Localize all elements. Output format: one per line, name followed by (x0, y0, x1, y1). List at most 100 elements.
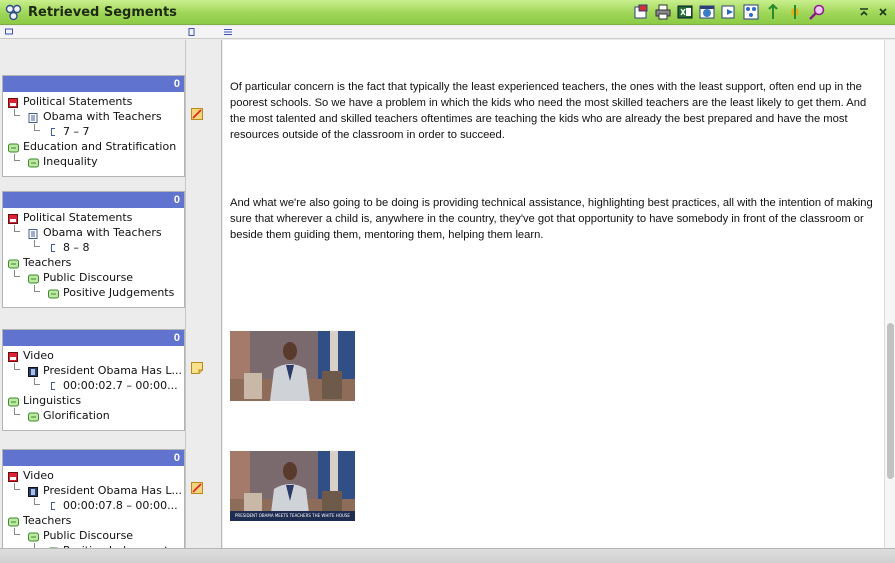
title-bar: Retrieved Segments (0, 0, 895, 25)
segment-card[interactable]: 0 Video President Obama Has L... 00:00:07.8… (2, 449, 185, 548)
code-icon (28, 411, 39, 422)
tree-connector (14, 483, 20, 490)
memo-column (187, 40, 222, 548)
tree-connector (34, 378, 40, 385)
tree-connector (34, 124, 40, 131)
print-icon[interactable] (654, 3, 672, 21)
segment-source-tree: Political Statements Obama with Teachers 8… (3, 208, 184, 300)
tree-node-label: Political Statements (23, 211, 133, 224)
code-icon (48, 288, 59, 299)
tree-node-label: 8 – 8 (63, 241, 90, 254)
tree-node[interactable]: Glorification (3, 408, 184, 423)
vertical-scrollbar[interactable] (884, 40, 895, 548)
segment-weight: 0 (3, 330, 184, 346)
tree-connector (14, 270, 20, 277)
code-icon[interactable] (786, 3, 804, 21)
segment-card[interactable]: 0 Political Statements Obama with Teachers… (2, 75, 185, 177)
tree-node[interactable]: Video (3, 468, 184, 483)
document-group-icon (8, 351, 18, 362)
tree-node[interactable]: 00:00:02.7 – 00:00... (3, 378, 184, 393)
tree-node[interactable]: Positive Judgements (3, 285, 184, 300)
tree-node-label: President Obama Has L... (43, 484, 182, 497)
source-column-icon[interactable] (5, 28, 13, 36)
network-icon[interactable] (742, 3, 760, 21)
window-title: Retrieved Segments (28, 5, 177, 20)
tree-connector (14, 363, 20, 370)
status-bar (0, 548, 895, 563)
filter-icon[interactable] (764, 3, 782, 21)
tree-node-label: 00:00:02.7 – 00:00... (63, 379, 178, 392)
note-yellow-icon[interactable] (191, 361, 203, 374)
segment-card[interactable]: 0 Political Statements Obama with Teachers… (2, 191, 185, 308)
memo-column-icon[interactable] (188, 28, 196, 36)
tree-node-label: 7 – 7 (63, 125, 90, 138)
tree-node[interactable]: Video (3, 348, 184, 363)
tree-node[interactable]: President Obama Has L... (3, 483, 184, 498)
segment-text: Of particular concern is the fact that t… (230, 81, 867, 141)
tree-node[interactable]: 7 – 7 (3, 124, 184, 139)
retrieved-segments-window: Retrieved Segments 0 Political Statements… (0, 0, 895, 563)
video-thumbnail[interactable] (230, 331, 355, 401)
tree-node-label: Obama with Teachers (43, 110, 162, 123)
text-document-icon (28, 112, 38, 123)
close-icon[interactable] (876, 5, 890, 19)
tree-connector (34, 498, 40, 505)
tree-node[interactable]: Education and Stratification (3, 139, 184, 154)
tree-node-label: Public Discourse (43, 271, 134, 284)
tree-node-label: Teachers (23, 256, 72, 269)
zoom-icon[interactable] (808, 3, 826, 21)
tree-connector (14, 225, 20, 232)
web-export-icon[interactable] (698, 3, 716, 21)
range-icon (51, 502, 55, 510)
tree-node[interactable]: Public Discourse (3, 528, 184, 543)
video-thumbnail[interactable]: PRESIDENT OBAMA MEETS TEACHERS THE WHITE… (230, 451, 355, 521)
segment-source-column: 0 Political Statements Obama with Teachers… (0, 40, 186, 548)
tree-node[interactable]: Teachers (3, 255, 184, 270)
text-column-icon[interactable] (224, 28, 232, 36)
tree-node[interactable]: Political Statements (3, 94, 184, 109)
tree-node[interactable]: Linguistics (3, 393, 184, 408)
tree-node[interactable]: President Obama Has L... (3, 363, 184, 378)
note-red-icon[interactable] (191, 107, 203, 120)
tree-node-label: Linguistics (23, 394, 82, 407)
tree-node-label: Video (23, 469, 54, 482)
retrieved-segments-icon (5, 4, 22, 21)
tree-node-label: 00:00:07.8 – 00:00... (63, 499, 178, 512)
segment-weight: 0 (3, 76, 184, 92)
minimize-icon[interactable] (857, 5, 871, 19)
document-group-icon (8, 471, 18, 482)
code-icon (8, 142, 19, 153)
tree-node-label: Teachers (23, 514, 72, 527)
range-icon (51, 382, 55, 390)
toolbar (632, 3, 826, 22)
video-caption: PRESIDENT OBAMA MEETS TEACHERS THE WHITE… (235, 513, 350, 518)
tree-node[interactable]: Obama with Teachers (3, 109, 184, 124)
code-icon (8, 396, 19, 407)
next-icon[interactable] (720, 3, 738, 21)
export-icon[interactable] (632, 3, 650, 21)
segment-card[interactable]: 0 Video President Obama Has L... 00:00:02.7… (2, 329, 185, 431)
text-document-icon (28, 228, 38, 239)
tree-node-label: President Obama Has L... (43, 364, 182, 377)
film-icon (28, 486, 38, 497)
tree-node[interactable]: Public Discourse (3, 270, 184, 285)
tree-node-label: Public Discourse (43, 529, 134, 542)
tree-node-label: Obama with Teachers (43, 226, 162, 239)
tree-node[interactable]: Inequality (3, 154, 184, 169)
scrollbar-thumb[interactable] (887, 323, 894, 479)
code-icon (8, 258, 19, 269)
tree-node[interactable]: 8 – 8 (3, 240, 184, 255)
tree-node[interactable]: 00:00:07.8 – 00:00... (3, 498, 184, 513)
film-icon (28, 366, 38, 377)
document-group-icon (8, 97, 18, 108)
segment-source-tree: Video President Obama Has L... 00:00:02.7 … (3, 346, 184, 423)
tree-node[interactable]: Teachers (3, 513, 184, 528)
tree-node[interactable]: Obama with Teachers (3, 225, 184, 240)
segment-weight: 0 (3, 192, 184, 208)
note-red-icon[interactable] (191, 481, 203, 494)
code-icon (28, 157, 39, 168)
tree-node-label: Inequality (43, 155, 98, 168)
segment-source-tree: Video President Obama Has L... 00:00:07.8 … (3, 466, 184, 548)
excel-icon[interactable] (676, 3, 694, 21)
tree-node[interactable]: Political Statements (3, 210, 184, 225)
